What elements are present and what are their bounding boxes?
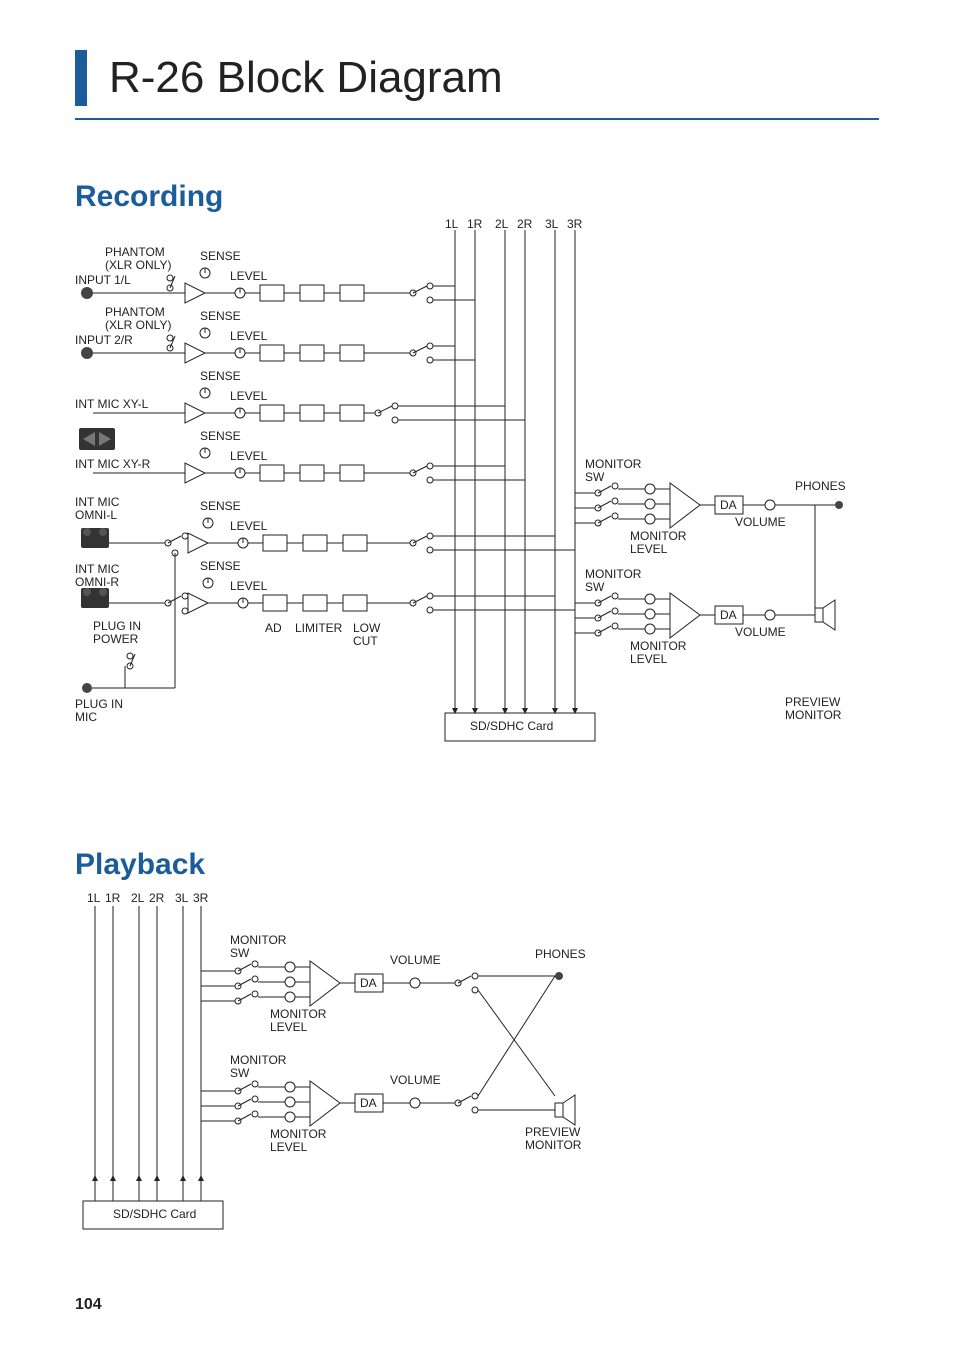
- mon-sw-2: MONITOR SW: [585, 568, 641, 594]
- ch-2r: 2R: [517, 218, 532, 231]
- playback-title: Playback: [75, 848, 879, 882]
- phantom-2: PHANTOM (XLR ONLY): [105, 306, 171, 332]
- ch-2l: 2L: [495, 218, 508, 231]
- sense-3: SENSE: [200, 370, 241, 383]
- int-xy-l: INT MIC XY-L: [75, 398, 148, 411]
- pb-da-1: DA: [360, 977, 377, 990]
- pb-2r: 2R: [149, 892, 164, 905]
- pb-phones: PHONES: [535, 948, 586, 961]
- pb-mon-sw-1: MONITOR SW: [230, 934, 286, 960]
- da-2: DA: [720, 609, 737, 622]
- stage-lowcut: LOW CUT: [353, 622, 380, 648]
- sense-5: SENSE: [200, 500, 241, 513]
- plugin-power: PLUG IN POWER: [93, 620, 141, 646]
- int-omni-l: INT MIC OMNI-L: [75, 496, 119, 522]
- recording-section: Recording: [75, 180, 879, 768]
- recording-title: Recording: [75, 180, 879, 214]
- vol-1: VOLUME: [735, 516, 786, 529]
- playback-section: Playback: [75, 848, 879, 1246]
- level-5: LEVEL: [230, 520, 267, 533]
- card-label: SD/SDHC Card: [470, 720, 553, 733]
- recording-svg: [75, 218, 875, 768]
- input-1l: INPUT 1/L: [75, 274, 131, 287]
- sense-6: SENSE: [200, 560, 241, 573]
- pb-vol-1: VOLUME: [390, 954, 441, 967]
- pb-1r: 1R: [105, 892, 120, 905]
- pb-1l: 1L: [87, 892, 100, 905]
- stage-ad: AD: [265, 622, 282, 635]
- plugin-mic: PLUG IN MIC: [75, 698, 123, 724]
- mon-lvl-1: MONITOR LEVEL: [630, 530, 686, 556]
- page-number: 104: [75, 1296, 102, 1314]
- sense-2: SENSE: [200, 310, 241, 323]
- ch-3r: 3R: [567, 218, 582, 231]
- pb-3r: 3R: [193, 892, 208, 905]
- vol-2: VOLUME: [735, 626, 786, 639]
- sense-1: SENSE: [200, 250, 241, 263]
- title-accent: [75, 50, 87, 106]
- stage-limiter: LIMITER: [295, 622, 342, 635]
- mon-sw-1: MONITOR SW: [585, 458, 641, 484]
- level-6: LEVEL: [230, 580, 267, 593]
- level-4: LEVEL: [230, 450, 267, 463]
- level-1: LEVEL: [230, 270, 267, 283]
- ch-3l: 3L: [545, 218, 558, 231]
- pb-preview: PREVIEW MONITOR: [525, 1126, 581, 1152]
- pb-mon-lvl-2: MONITOR LEVEL: [270, 1128, 326, 1154]
- sense-4: SENSE: [200, 430, 241, 443]
- pb-2l: 2L: [131, 892, 144, 905]
- level-3: LEVEL: [230, 390, 267, 403]
- da-1: DA: [720, 499, 737, 512]
- recording-diagram: 1L 1R 2L 2R 3L 3R PHANTOM (XLR ONLY) INP…: [75, 218, 875, 768]
- pb-card: SD/SDHC Card: [113, 1208, 196, 1221]
- phantom-1: PHANTOM (XLR ONLY): [105, 246, 171, 272]
- input-2r: INPUT 2/R: [75, 334, 133, 347]
- pb-mon-sw-2: MONITOR SW: [230, 1054, 286, 1080]
- mon-lvl-2: MONITOR LEVEL: [630, 640, 686, 666]
- phones-1: PHONES: [795, 480, 846, 493]
- int-omni-r: INT MIC OMNI-R: [75, 563, 119, 589]
- pb-da-2: DA: [360, 1097, 377, 1110]
- ch-1r: 1R: [467, 218, 482, 231]
- pb-mon-lvl-1: MONITOR LEVEL: [270, 1008, 326, 1034]
- playback-diagram: 1L 1R 2L 2R 3L 3R MONITOR SW MONITOR LEV…: [75, 886, 675, 1246]
- ch-1l: 1L: [445, 218, 458, 231]
- preview-1: PREVIEW MONITOR: [785, 696, 841, 722]
- level-2: LEVEL: [230, 330, 267, 343]
- pb-3l: 3L: [175, 892, 188, 905]
- pb-vol-2: VOLUME: [390, 1074, 441, 1087]
- int-xy-r: INT MIC XY-R: [75, 458, 150, 471]
- title-bar: R-26 Block Diagram: [75, 50, 879, 120]
- playback-svg: [75, 886, 675, 1246]
- page-title: R-26 Block Diagram: [109, 53, 503, 103]
